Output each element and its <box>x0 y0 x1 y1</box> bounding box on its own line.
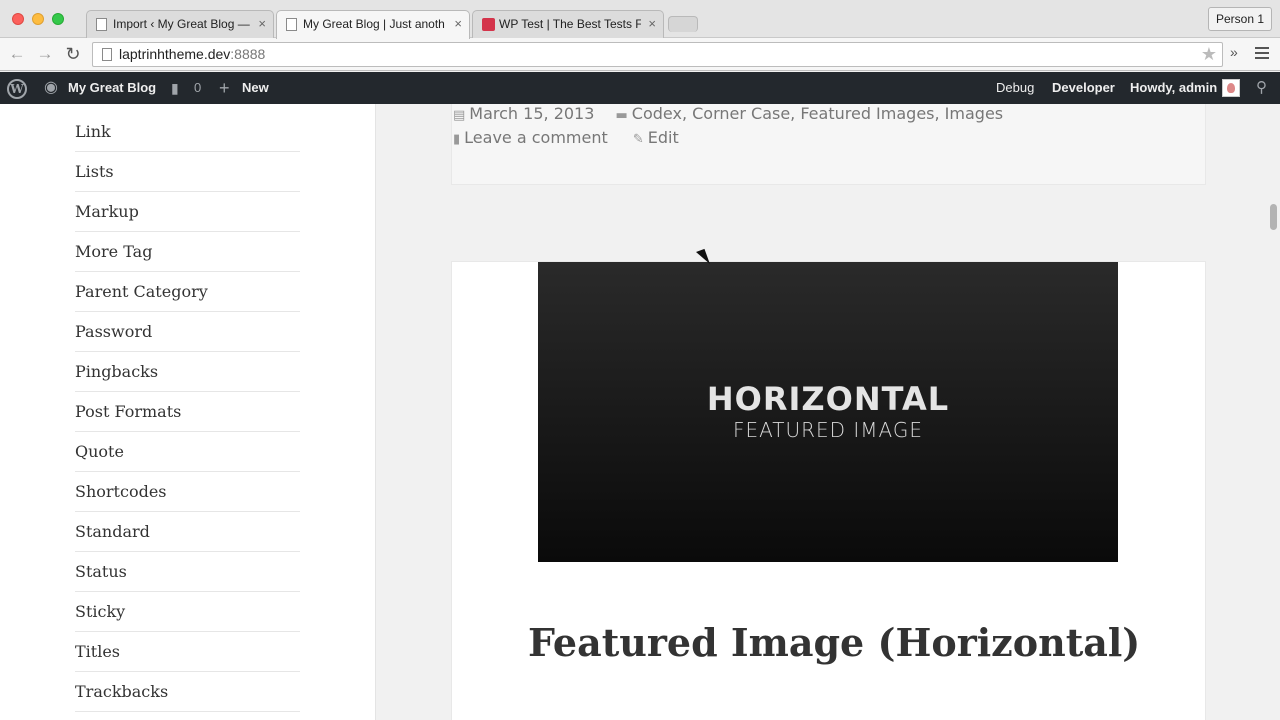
page-icon <box>286 18 297 31</box>
avatar[interactable] <box>1222 79 1240 97</box>
bookmark-star-icon[interactable]: ★ <box>1201 43 1217 66</box>
developer-menu[interactable]: Developer <box>1052 72 1115 104</box>
tab-close-icon[interactable]: × <box>454 11 462 37</box>
tab-close-icon[interactable]: × <box>648 11 656 37</box>
page-icon <box>96 18 107 31</box>
url-port: :8888 <box>230 46 266 62</box>
leave-comment-link[interactable]: Leave a comment <box>464 128 608 147</box>
search-icon[interactable]: ⚲ <box>1256 72 1267 104</box>
url-text[interactable]: laptrinhtheme.dev:8888 <box>119 43 265 66</box>
new-content-link[interactable]: New <box>242 72 269 104</box>
featured-image[interactable]: HORIZONTAL FEATURED IMAGE <box>538 262 1118 562</box>
tab-title: My Great Blog | Just anoth <box>303 17 445 31</box>
category-list: Link Lists Markup More Tag Parent Category Pa… <box>75 112 300 712</box>
folder-icon: ▬ <box>615 108 628 123</box>
category-link[interactable]: Post Formats <box>75 392 300 432</box>
howdy-account-menu[interactable]: Howdy, admin <box>1130 72 1217 104</box>
category-link[interactable]: Parent Category <box>75 272 300 312</box>
url-host: laptrinhtheme.dev <box>119 46 231 62</box>
debug-menu[interactable]: Debug <box>996 72 1034 104</box>
category-link[interactable]: Titles <box>75 632 300 672</box>
browser-tab-import[interactable]: Import ‹ My Great Blog — W × <box>86 10 274 38</box>
calendar-icon: ▤ <box>453 108 466 123</box>
wordpress-logo-icon[interactable]: W <box>7 79 27 99</box>
browser-tab-strip: Import ‹ My Great Blog — W × My Great Bl… <box>0 0 1280 39</box>
browser-tab-my-great-blog[interactable]: My Great Blog | Just anoth × <box>276 10 470 39</box>
wptest-icon <box>482 18 495 31</box>
category-link[interactable]: Link <box>75 112 300 152</box>
post-date-link[interactable]: March 15, 2013 <box>469 104 594 123</box>
pencil-icon: ✎ <box>632 132 644 147</box>
plus-icon: + <box>219 78 230 98</box>
browser-tab-wp-test[interactable]: WP Test | The Best Tests F × <box>472 10 664 38</box>
close-window-button[interactable] <box>12 13 24 25</box>
category-link[interactable]: Sticky <box>75 592 300 632</box>
page-icon <box>102 48 112 61</box>
featured-image-subheading: FEATURED IMAGE <box>732 418 924 442</box>
category-link[interactable]: Pingbacks <box>75 352 300 392</box>
browser-toolbar: ← → ↻ laptrinhtheme.dev:8888 ★ » <box>0 38 1280 71</box>
new-tab-button[interactable] <box>668 16 698 32</box>
category-link[interactable]: Quote <box>75 432 300 472</box>
category-link[interactable]: Standard <box>75 512 300 552</box>
featured-image-heading: HORIZONTAL <box>706 380 950 418</box>
profile-button[interactable]: Person 1 <box>1207 7 1272 31</box>
comment-bubble-icon[interactable]: ▮ <box>171 72 179 104</box>
hamburger-menu-icon[interactable] <box>1255 47 1269 62</box>
post-title[interactable]: Featured Image (Horizontal) <box>528 620 1140 665</box>
tab-close-icon[interactable]: × <box>258 11 266 37</box>
category-link[interactable]: Lists <box>75 152 300 192</box>
back-arrow-icon[interactable]: ← <box>6 43 28 65</box>
comment-count[interactable]: 0 <box>194 72 201 104</box>
forward-arrow-icon[interactable]: → <box>34 43 56 65</box>
sidebar: Link Lists Markup More Tag Parent Category Pa… <box>0 104 376 720</box>
main-content: ▤ March 15, 2013 ▬ Codex, Corner Case, Fea… <box>377 104 1280 720</box>
zoom-window-button[interactable] <box>52 13 64 25</box>
wp-admin-bar: W ◉ My Great Blog ▮ 0 + New Debug Develo… <box>0 72 1280 104</box>
address-bar[interactable]: laptrinhtheme.dev:8888 ★ <box>92 42 1223 67</box>
category-link[interactable]: Shortcodes <box>75 472 300 512</box>
site-name-link[interactable]: My Great Blog <box>68 72 156 104</box>
comment-icon: ▮ <box>453 132 461 147</box>
dashboard-icon: ◉ <box>44 79 58 96</box>
tab-title: WP Test | The Best Tests F <box>499 17 641 31</box>
post-meta-date-categories: ▤ March 15, 2013 ▬ Codex, Corner Case, Fea… <box>453 104 1003 123</box>
tab-title: Import ‹ My Great Blog — W <box>113 17 251 31</box>
edit-post-link[interactable]: Edit <box>648 128 679 147</box>
reload-icon[interactable]: ↻ <box>62 43 84 65</box>
post-meta-actions: ▮ Leave a comment ✎ Edit <box>453 128 679 147</box>
category-link[interactable]: Password <box>75 312 300 352</box>
category-link[interactable]: Status <box>75 552 300 592</box>
minimize-window-button[interactable] <box>32 13 44 25</box>
post-card: HORIZONTAL FEATURED IMAGE Featured Image… <box>451 261 1206 720</box>
page-scrollbar[interactable] <box>1270 204 1277 230</box>
post-categories-links[interactable]: Codex, Corner Case, Featured Images, Ima… <box>632 104 1003 123</box>
category-link[interactable]: More Tag <box>75 232 300 272</box>
extensions-overflow-icon[interactable]: » <box>1230 44 1238 60</box>
category-link[interactable]: Trackbacks <box>75 672 300 712</box>
category-link[interactable]: Markup <box>75 192 300 232</box>
